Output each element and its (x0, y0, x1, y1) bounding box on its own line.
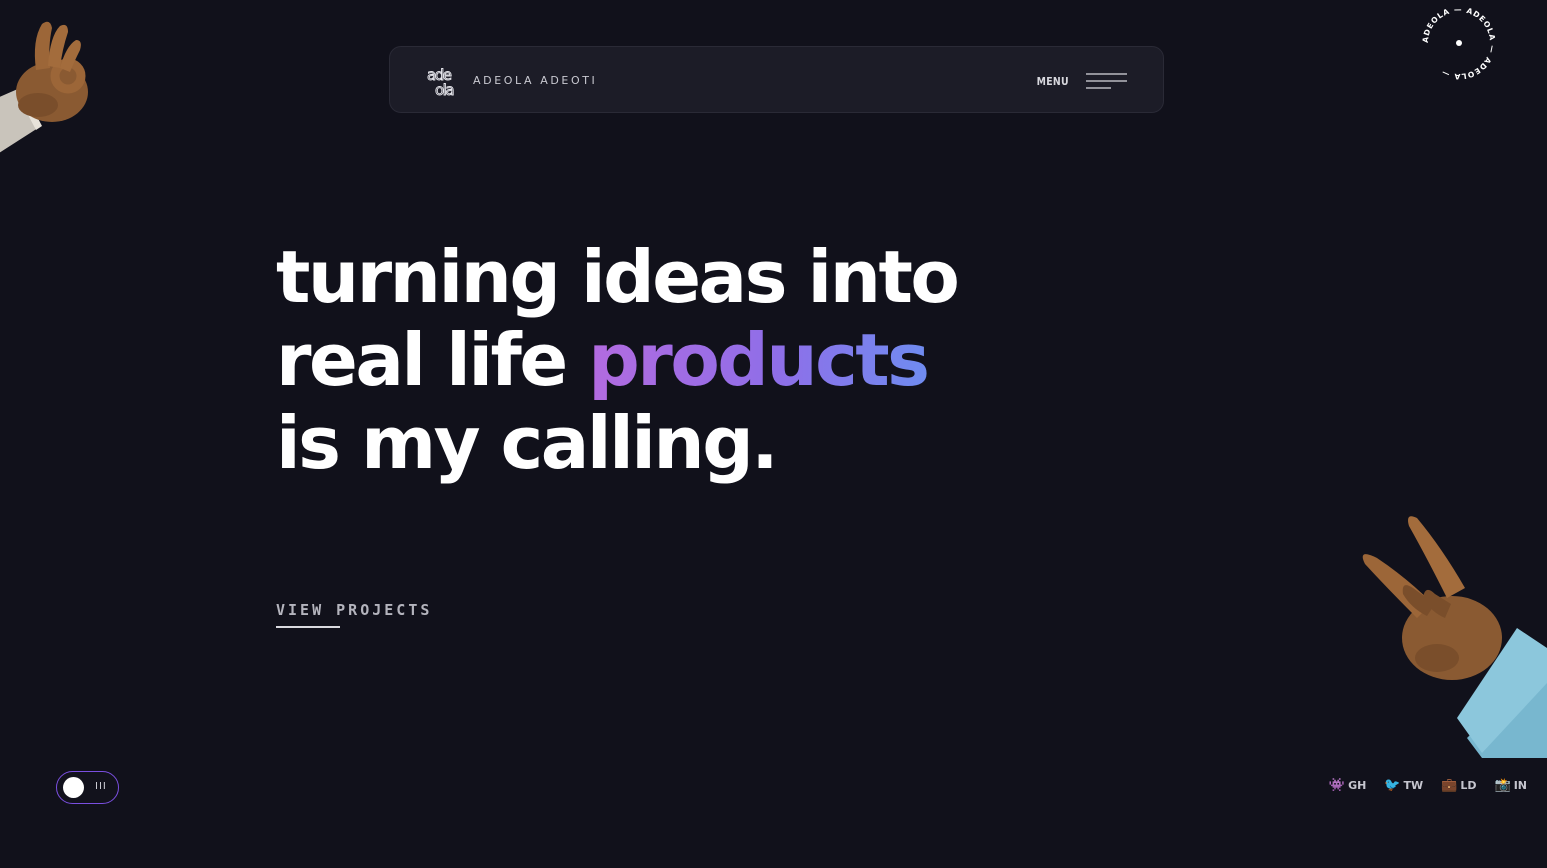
social-link-github[interactable]: 👾 GH (1329, 779, 1366, 792)
badge-center-dot (1456, 40, 1462, 46)
ok-hand-illustration (0, 21, 88, 153)
rock-hand-illustration (1362, 516, 1547, 758)
hero-line-3: is my calling. (276, 401, 779, 485)
hero-accent-word: products (588, 318, 930, 402)
site-header: ade ola ADEOLA ADEOTI MENU (389, 46, 1164, 113)
briefcase-icon: 💼 (1441, 778, 1458, 793)
toggle-mark: III (95, 781, 107, 792)
brand-name: ADEOLA ADEOTI (473, 74, 598, 87)
hero-headline: turning ideas into real life products is… (276, 236, 996, 485)
menu-label: MENU (1036, 74, 1069, 88)
social-link-linkedin[interactable]: 💼 LD (1441, 779, 1476, 792)
hamburger-menu-icon (1086, 73, 1127, 89)
social-label: IN (1513, 779, 1527, 792)
social-link-instagram[interactable]: 📸 IN (1495, 779, 1528, 792)
hero-line-2: real life products (276, 319, 996, 402)
hero-line-2-prefix: real life (276, 318, 589, 402)
bird-icon: 🐦 (1384, 778, 1401, 793)
logo[interactable]: ade ola (427, 67, 467, 97)
view-projects-link[interactable]: VIEW PROJECTS (276, 601, 432, 619)
landing-page: ade ola ADEOLA ADEOTI MENU ADEOLA — ADEO… (0, 0, 1547, 868)
social-link-twitter[interactable]: 🐦 TW (1384, 779, 1423, 792)
social-links: 👾 GH 🐦 TW 💼 LD 📸 IN (1329, 779, 1527, 792)
theme-toggle[interactable]: III (56, 771, 119, 804)
menu-button[interactable]: MENU (1031, 67, 1127, 95)
social-label: GH (1348, 779, 1367, 792)
hero-line-1: turning ideas into (276, 235, 960, 319)
rotating-name-badge: ADEOLA — ADEOLA — ADEOLA — (1421, 5, 1496, 81)
social-label: TW (1403, 779, 1424, 792)
social-label: LD (1460, 779, 1477, 792)
alien-monster-icon: 👾 (1328, 778, 1346, 793)
svg-text:ola: ola (435, 81, 453, 97)
camera-icon: 📸 (1494, 778, 1511, 793)
toggle-knob (63, 777, 84, 798)
cta-underline (276, 626, 340, 628)
